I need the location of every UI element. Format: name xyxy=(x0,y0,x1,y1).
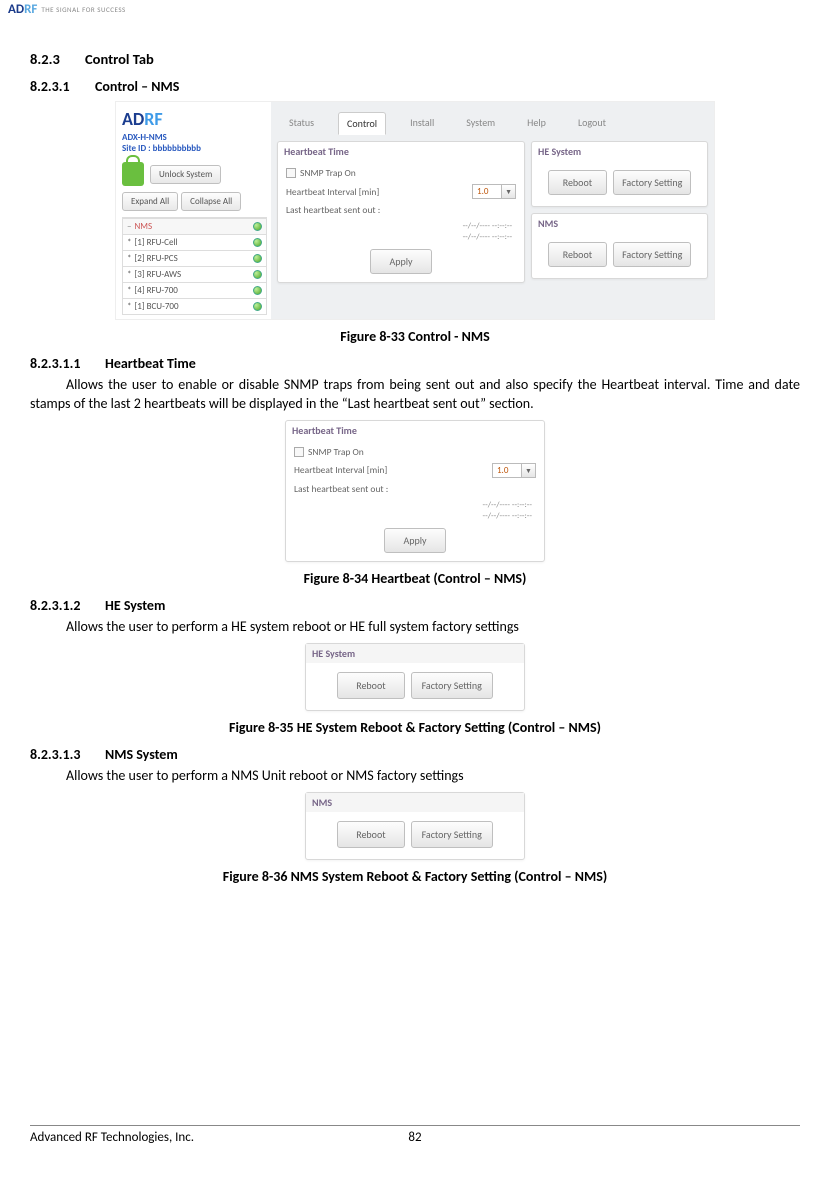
snmp-trap-checkbox[interactable] xyxy=(294,447,304,457)
tree-item[interactable]: *[4] RFU-700 xyxy=(122,283,267,299)
snmp-trap-label: SNMP Trap On xyxy=(308,446,364,458)
snmp-trap-label: SNMP Trap On xyxy=(300,167,356,179)
heading-8-2-3: 8.2.3Control Tab xyxy=(30,50,800,68)
he-reboot-button[interactable]: Reboot xyxy=(548,170,607,195)
unlock-system-button[interactable]: Unlock System xyxy=(150,165,221,184)
figure-8-35: HE System Reboot Factory Setting xyxy=(305,643,525,711)
panel-title: Heartbeat Time xyxy=(286,421,544,440)
he-system-panel: HE System Reboot Factory Setting xyxy=(531,141,708,207)
site-id: Site ID : bbbbbbbbbb xyxy=(122,143,267,154)
tab-help[interactable]: Help xyxy=(519,112,554,135)
figure-8-33-caption: Figure 8-33 Control - NMS xyxy=(30,328,800,345)
status-dot-icon xyxy=(253,270,262,279)
status-dot-icon xyxy=(253,254,262,263)
heartbeat-panel: Heartbeat Time SNMP Trap On Heartbeat In… xyxy=(277,141,525,283)
lock-icon xyxy=(122,162,144,186)
tree-item[interactable]: *[1] RFU-Cell xyxy=(122,235,267,251)
interval-label: Heartbeat Interval [min] xyxy=(286,186,379,198)
tree-item[interactable]: *[2] RFU-PCS xyxy=(122,251,267,267)
tree-item[interactable]: *[3] RFU-AWS xyxy=(122,267,267,283)
tab-logout[interactable]: Logout xyxy=(570,112,614,135)
nms-reboot-button[interactable]: Reboot xyxy=(337,821,404,848)
chevron-down-icon: ▼ xyxy=(502,184,516,199)
heading-8-2-3-1: 8.2.3.1Control – NMS xyxy=(30,78,800,95)
last-heartbeat-line1: --/--/---- --:--:-- xyxy=(286,221,512,232)
nms-factory-button[interactable]: Factory Setting xyxy=(411,821,493,848)
tab-system[interactable]: System xyxy=(458,112,503,135)
chevron-down-icon: ▼ xyxy=(522,463,536,478)
interval-select[interactable]: 1.0 ▼ xyxy=(472,184,516,199)
footer-page-number: 82 xyxy=(408,1130,421,1145)
nms-panel: NMS Reboot Factory Setting xyxy=(531,213,708,279)
tab-bar: Status Control Install System Help Logou… xyxy=(271,102,714,141)
he-reboot-button[interactable]: Reboot xyxy=(337,672,404,699)
status-dot-icon xyxy=(253,286,262,295)
product-name: ADX-H-NMS xyxy=(122,132,267,143)
expand-all-button[interactable]: Expand All xyxy=(122,192,178,211)
status-dot-icon xyxy=(253,302,262,311)
interval-value: 1.0 xyxy=(492,463,522,478)
paragraph: Allows the user to perform a NMS Unit re… xyxy=(30,767,800,786)
figure-8-36-caption: Figure 8-36 NMS System Reboot & Factory … xyxy=(30,868,800,885)
heading-8-2-3-1-3: 8.2.3.1.3NMS System xyxy=(30,746,800,763)
heading-8-2-3-1-1: 8.2.3.1.1Heartbeat Time xyxy=(30,355,800,372)
panel-title: NMS xyxy=(532,214,707,233)
interval-label: Heartbeat Interval [min] xyxy=(294,464,387,476)
interval-select[interactable]: 1.0 ▼ xyxy=(492,463,536,478)
snmp-trap-checkbox[interactable] xyxy=(286,168,296,178)
tree-item[interactable]: *[1] BCU-700 xyxy=(122,299,267,315)
doc-header-logo: ADRF THE SIGNAL FOR SUCCESS xyxy=(8,2,126,17)
panel-title: Heartbeat Time xyxy=(278,142,524,161)
status-dot-icon xyxy=(253,238,262,247)
last-heartbeat-label: Last heartbeat sent out : xyxy=(286,204,380,216)
interval-value: 1.0 xyxy=(472,184,502,199)
figure-8-35-caption: Figure 8-35 HE System Reboot & Factory S… xyxy=(30,719,800,736)
tab-control[interactable]: Control xyxy=(338,112,386,135)
last-heartbeat-line2: --/--/---- --:--:-- xyxy=(286,232,512,243)
tree-root[interactable]: –NMS xyxy=(122,218,267,235)
figure-8-34: Heartbeat Time SNMP Trap On Heartbeat In… xyxy=(285,420,545,562)
heading-8-2-3-1-2: 8.2.3.1.2HE System xyxy=(30,597,800,614)
nms-reboot-button[interactable]: Reboot xyxy=(548,242,607,267)
last-heartbeat-line1: --/--/---- --:--:-- xyxy=(294,500,532,511)
panel-title: HE System xyxy=(306,644,524,663)
tab-status[interactable]: Status xyxy=(281,112,322,135)
paragraph: Allows the user to perform a HE system r… xyxy=(30,618,800,637)
panel-title: HE System xyxy=(532,142,707,161)
apply-button[interactable]: Apply xyxy=(384,528,445,553)
figure-8-34-caption: Figure 8-34 Heartbeat (Control – NMS) xyxy=(30,570,800,587)
tab-install[interactable]: Install xyxy=(402,112,442,135)
figure-8-36: NMS Reboot Factory Setting xyxy=(305,792,525,860)
nms-factory-button[interactable]: Factory Setting xyxy=(613,242,691,267)
paragraph: Allows the user to enable or disable SNM… xyxy=(30,376,800,414)
collapse-all-button[interactable]: Collapse All xyxy=(181,192,241,211)
status-dot-icon xyxy=(253,222,262,231)
apply-button[interactable]: Apply xyxy=(370,249,431,274)
device-tree: –NMS *[1] RFU-Cell *[2] RFU-PCS *[3] RFU… xyxy=(122,217,267,315)
app-logo: ADRF xyxy=(122,108,267,130)
page-footer: Advanced RF Technologies, Inc. 82 xyxy=(30,1125,800,1145)
he-factory-button[interactable]: Factory Setting xyxy=(613,170,691,195)
panel-title: NMS xyxy=(306,793,524,812)
figure-8-33: ADRF ADX-H-NMS Site ID : bbbbbbbbbb Unlo… xyxy=(115,101,715,320)
he-factory-button[interactable]: Factory Setting xyxy=(411,672,493,699)
sidebar: ADRF ADX-H-NMS Site ID : bbbbbbbbbb Unlo… xyxy=(116,102,271,319)
last-heartbeat-label: Last heartbeat sent out : xyxy=(294,483,388,495)
last-heartbeat-line2: --/--/---- --:--:-- xyxy=(294,511,532,522)
